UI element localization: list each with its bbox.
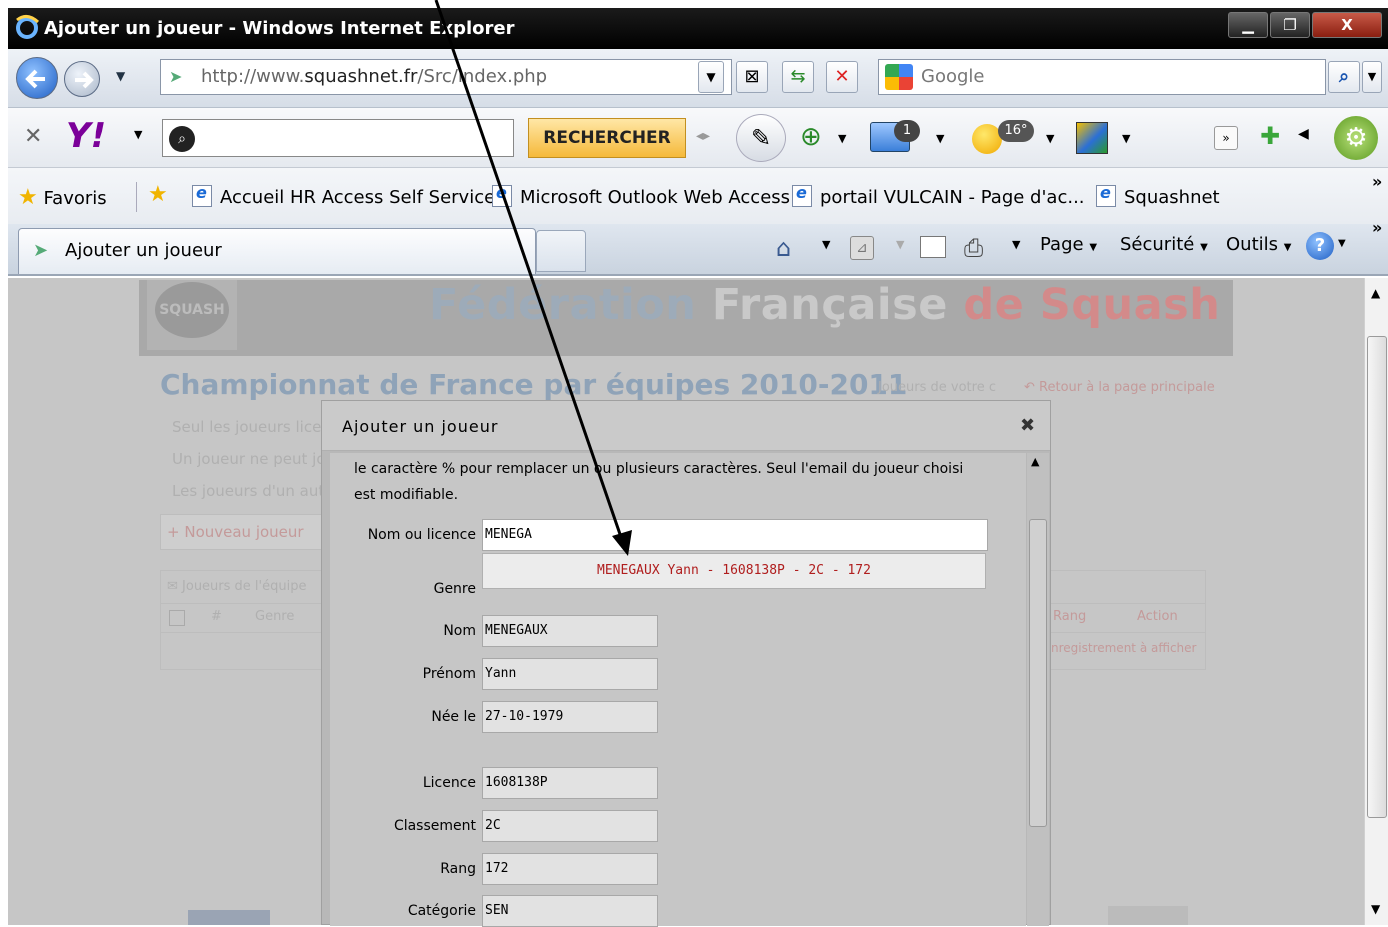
annotation-arrow (434, 0, 632, 556)
arrow-head (612, 530, 632, 556)
arrow-shaft (434, 0, 624, 541)
